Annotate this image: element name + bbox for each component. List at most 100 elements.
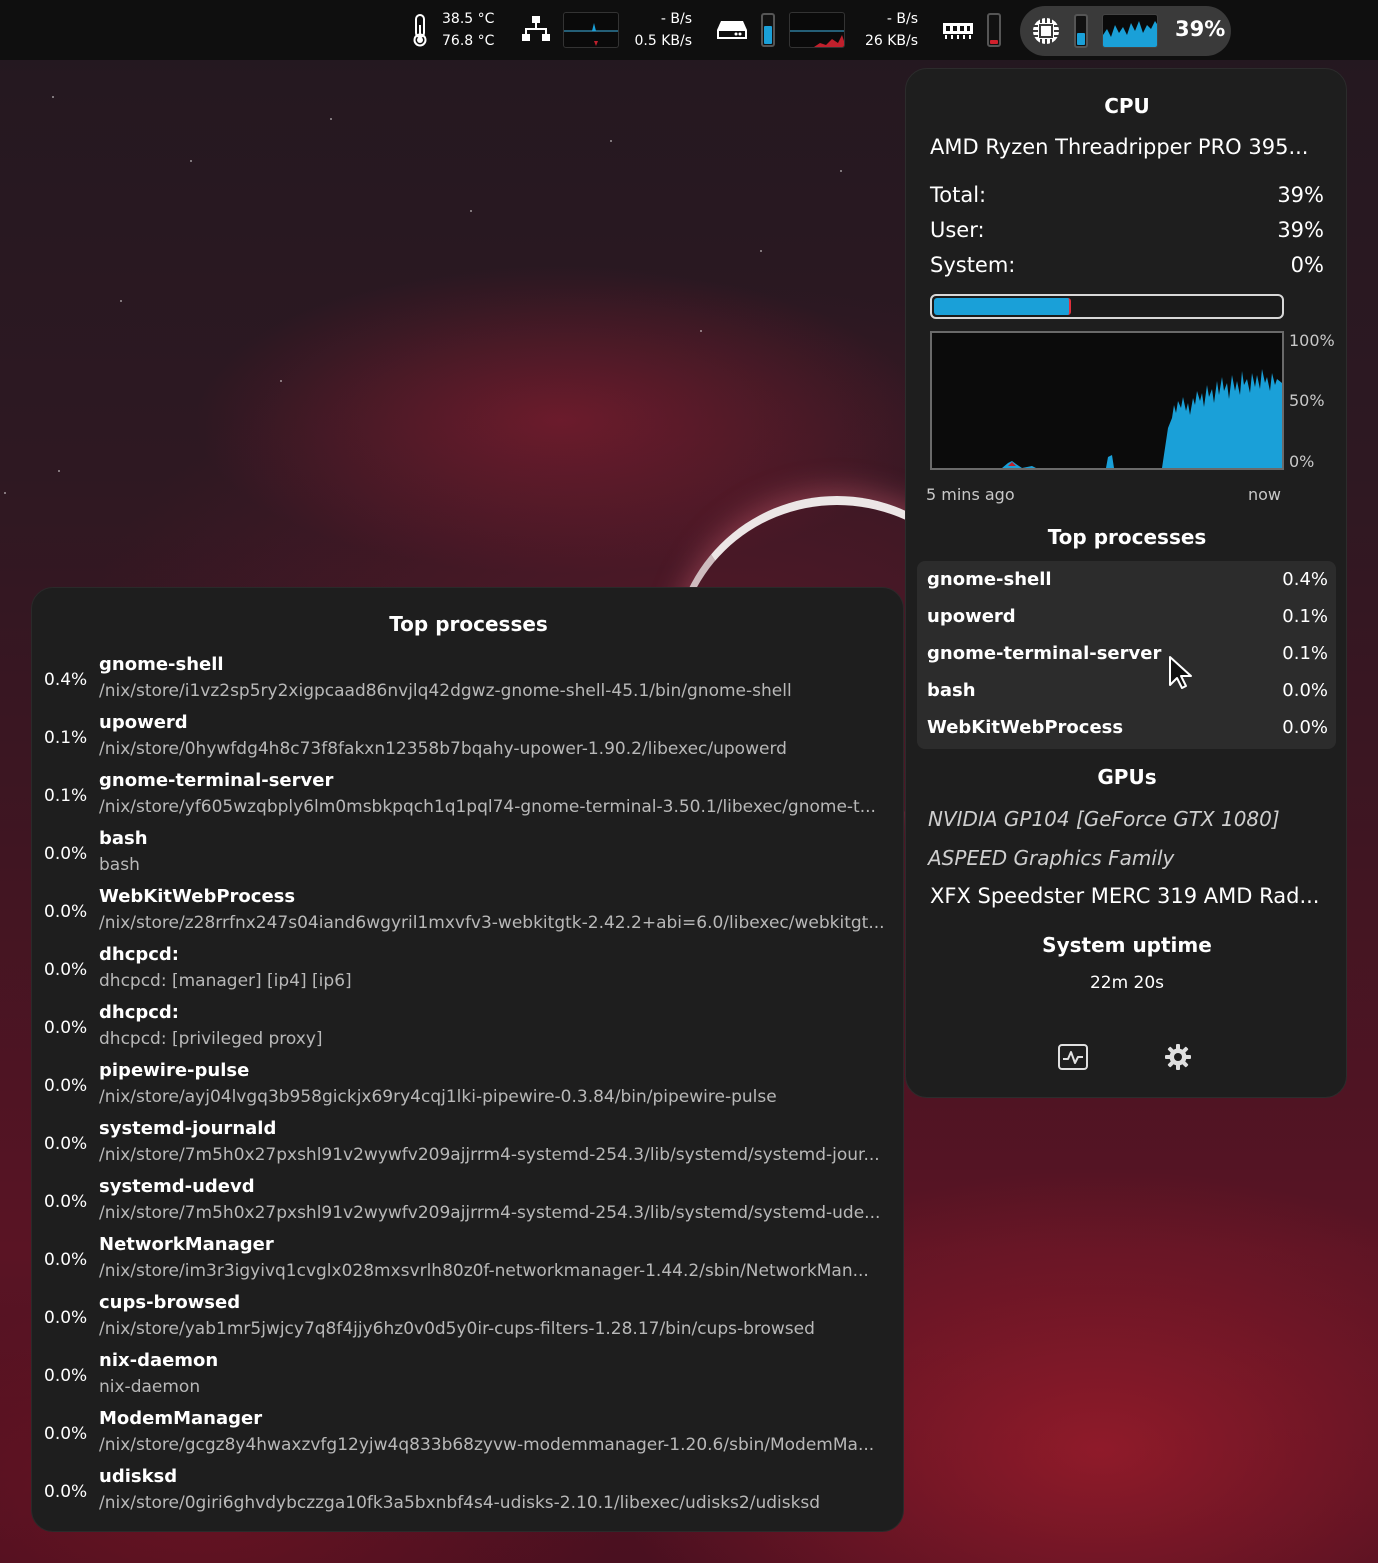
list-item[interactable]: WebKitWebProcess 0.0% — [927, 717, 1328, 738]
top-processes-list: gnome-shell 0.4% upowerd 0.1% gnome-term… — [917, 561, 1336, 749]
process-name: upowerd — [927, 606, 1016, 627]
process-row[interactable]: 0.1% gnome-terminal-server /nix/store/yf… — [32, 768, 905, 826]
process-row[interactable]: 0.0% udisksd /nix/store/0giri6ghvdybczzg… — [32, 1464, 905, 1522]
process-cpu: 0.0% — [44, 1482, 88, 1502]
process-cpu: 0.0% — [44, 1134, 88, 1154]
process-row[interactable]: 0.0% systemd-journald /nix/store/7m5h0x2… — [32, 1116, 905, 1174]
gpu-item: ASPEED Graphics Family — [928, 846, 1175, 870]
process-cpu: 0.0% — [44, 844, 88, 864]
graph-label-start: 5 mins ago — [926, 485, 1015, 504]
gpus-title: GPUs — [1097, 765, 1157, 789]
cpu-mini-graph — [1102, 14, 1158, 48]
process-cpu: 0.1% — [44, 728, 88, 748]
disk-readout[interactable]: - B/s 26 KB/s — [856, 8, 918, 52]
process-name: gnome-shell — [927, 569, 1052, 590]
cpu-system-label: System: — [930, 253, 1016, 277]
process-row[interactable]: 0.1% upowerd /nix/store/0hywfdg4h8c73f8f… — [32, 710, 905, 768]
list-item[interactable]: gnome-terminal-server 0.1% — [927, 643, 1328, 664]
gpu-item: XFX Speedster MERC 319 AMD Rad... — [930, 884, 1320, 908]
settings-gear-icon[interactable] — [1164, 1043, 1192, 1071]
cpu-system-row: System: 0% — [930, 253, 1324, 277]
process-cpu: 0.0% — [44, 1076, 88, 1096]
process-path: /nix/store/i1vz2sp5ry2xigpcaad86nvjlq42d… — [99, 681, 792, 701]
process-name: systemd-udevd — [99, 1176, 255, 1197]
process-cpu: 0.0% — [44, 1366, 88, 1386]
process-row[interactable]: 0.4% gnome-shell /nix/store/i1vz2sp5ry2x… — [32, 652, 905, 710]
list-item[interactable]: upowerd 0.1% — [927, 606, 1328, 627]
list-item[interactable]: bash 0.0% — [927, 680, 1328, 701]
cpu-user-row: User: 39% — [930, 218, 1324, 242]
cpu-total-value: 39% — [1277, 183, 1324, 207]
process-cpu: 0.1% — [1282, 643, 1328, 664]
graph-label-end: now — [1248, 485, 1282, 504]
process-name: pipewire-pulse — [99, 1060, 250, 1081]
process-path: /nix/store/z28rrfnx247s04iand6wgyril1mxv… — [99, 913, 885, 933]
temp-1: 38.5 °C — [442, 11, 495, 27]
process-cpu: 0.4% — [44, 670, 88, 690]
mouse-cursor-icon — [1169, 656, 1192, 689]
uptime-value: 22m 20s — [1089, 973, 1165, 993]
disk-icon — [717, 21, 747, 39]
process-name: dhcpcd: — [99, 1002, 180, 1023]
cpu-indicator[interactable]: 39% — [1020, 6, 1231, 56]
process-path: /nix/store/yab1mr5jwjcy7q8f4jjy6hz0v0d5y… — [99, 1319, 815, 1339]
cpu-usage-bar — [930, 294, 1284, 319]
process-name: WebKitWebProcess — [99, 886, 296, 907]
process-name: bash — [927, 680, 976, 701]
graph-label-100: 100% — [1289, 331, 1335, 350]
disk-usage-bar — [761, 13, 775, 47]
process-name: systemd-journald — [99, 1118, 277, 1139]
process-cpu: 0.0% — [44, 960, 88, 980]
process-row[interactable]: 0.0% WebKitWebProcess /nix/store/z28rrfn… — [32, 884, 905, 942]
processes-title: Top processes — [389, 612, 548, 636]
temperature-readout[interactable]: 38.5 °C 76.8 °C — [442, 8, 494, 52]
cpu-mini-bar — [1074, 14, 1088, 48]
disk-read: - B/s — [886, 11, 918, 27]
process-name: gnome-terminal-server — [927, 643, 1162, 664]
memory-icon — [943, 23, 973, 39]
network-readout[interactable]: - B/s 0.5 KB/s — [628, 8, 692, 52]
process-path: /nix/store/7m5h0x27pxshl91v2wywfv209ajjr… — [99, 1145, 880, 1165]
disk-graph — [789, 12, 845, 48]
temp-2: 76.8 °C — [442, 33, 495, 49]
process-row[interactable]: 0.0% NetworkManager /nix/store/im3r3igyi… — [32, 1232, 905, 1290]
uptime-title: System uptime — [1042, 933, 1212, 957]
process-path: /nix/store/0hywfdg4h8c73f8fakxn12358b7bq… — [99, 739, 787, 759]
process-row[interactable]: 0.0% pipewire-pulse /nix/store/ayj04lvgq… — [32, 1058, 905, 1116]
process-row[interactable]: 0.0% ModemManager /nix/store/gcgz8y4hwax… — [32, 1406, 905, 1464]
process-row[interactable]: 0.0% dhcpcd: dhcpcd: [manager] [ip4] [ip… — [32, 942, 905, 1000]
process-path: dhcpcd: [manager] [ip4] [ip6] — [99, 971, 352, 991]
disk-write: 26 KB/s — [864, 33, 918, 49]
cpu-user-label: User: — [930, 218, 985, 242]
process-cpu: 0.0% — [44, 1192, 88, 1212]
system-monitor-icon[interactable] — [1058, 1044, 1088, 1070]
process-row[interactable]: 0.0% bash bash — [32, 826, 905, 884]
process-cpu: 0.0% — [44, 902, 88, 922]
process-cpu: 0.0% — [44, 1018, 88, 1038]
process-cpu: 0.0% — [44, 1308, 88, 1328]
network-graph — [563, 12, 619, 48]
process-path: /nix/store/gcgz8y4hwaxzvfg12yjw4q833b68z… — [99, 1435, 875, 1455]
process-row[interactable]: 0.0% cups-browsed /nix/store/yab1mr5jwjc… — [32, 1290, 905, 1348]
process-row[interactable]: 0.0% systemd-udevd /nix/store/7m5h0x27px… — [32, 1174, 905, 1232]
process-name: WebKitWebProcess — [927, 717, 1124, 738]
process-path: /nix/store/0giri6ghvdybczzga10fk3a5bxnbf… — [99, 1493, 821, 1513]
process-name: udisksd — [99, 1466, 178, 1487]
top-bar: 38.5 °C 76.8 °C - B/s 0.5 KB/s - B/s 26 … — [0, 0, 1378, 60]
graph-label-0: 0% — [1289, 452, 1315, 471]
memory-usage-bar — [987, 13, 1001, 47]
list-item[interactable]: gnome-shell 0.4% — [927, 569, 1328, 590]
process-row[interactable]: 0.0% nix-daemon nix-daemon — [32, 1348, 905, 1406]
process-name: dhcpcd: — [99, 944, 180, 965]
process-path: /nix/store/yf605wzqbply6lm0msbkpqch1q1pq… — [99, 797, 876, 817]
cpu-user-value: 39% — [1277, 218, 1324, 242]
process-path: /nix/store/ayj04lvgq3b958gickjx69ry4cqj1… — [99, 1087, 777, 1107]
process-row[interactable]: 0.0% dhcpcd: dhcpcd: [privileged proxy] — [32, 1000, 905, 1058]
process-cpu: 0.1% — [44, 786, 88, 806]
cpu-icon — [1033, 18, 1059, 44]
process-name: gnome-shell — [99, 654, 224, 675]
cpu-history-graph — [930, 331, 1284, 470]
process-path: dhcpcd: [privileged proxy] — [99, 1029, 323, 1049]
process-name: cups-browsed — [99, 1292, 241, 1313]
process-cpu: 0.4% — [1282, 569, 1328, 590]
